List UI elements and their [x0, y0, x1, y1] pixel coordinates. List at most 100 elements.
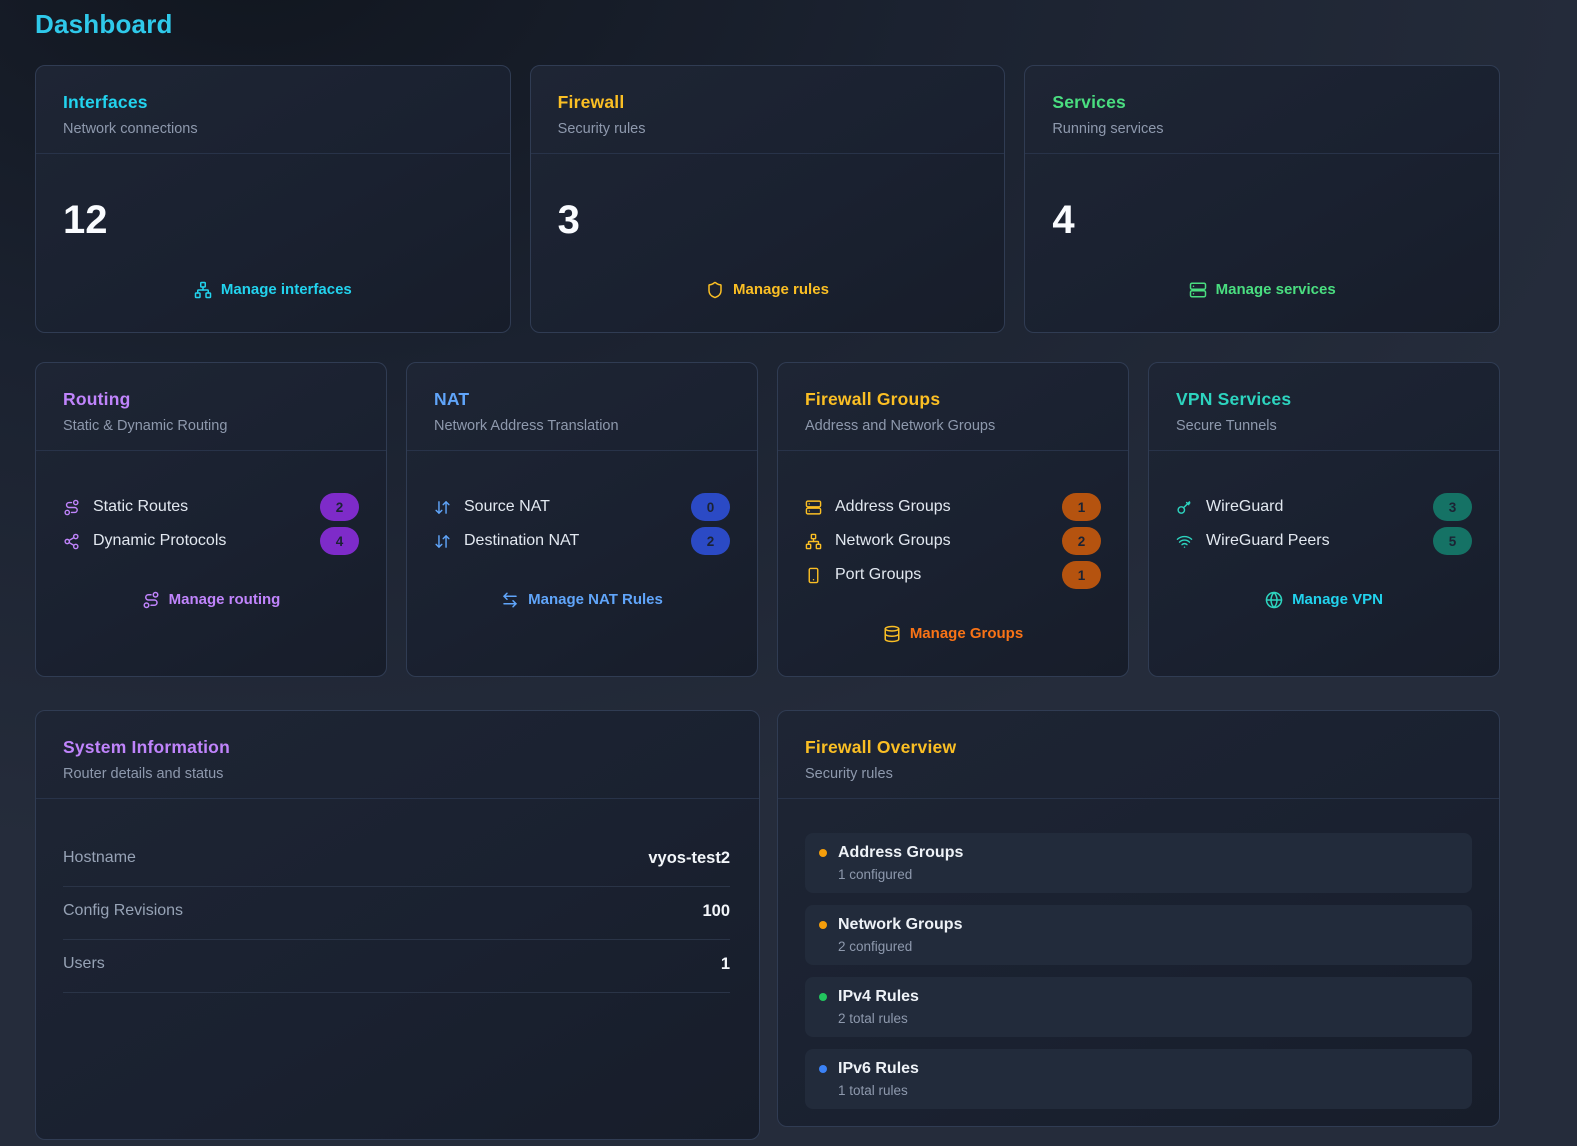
- overview-ipv6-rules-label: IPv6 Rules: [838, 1060, 919, 1077]
- bottom-card-row: System Information Router details and st…: [35, 710, 1500, 1140]
- card-interfaces-header: Interfaces Network connections: [36, 66, 510, 154]
- card-nat-header: NAT Network Address Translation: [407, 363, 757, 451]
- manage-rules-label: Manage rules: [733, 281, 829, 298]
- card-firewall-overview-body: Address Groups 1 configured Network Grou…: [778, 799, 1499, 1109]
- card-vpn-services-title: VPN Services: [1176, 389, 1292, 409]
- overview-item-title-row: IPv4 Rules: [819, 987, 1456, 1007]
- services-count: 4: [1052, 198, 1075, 242]
- card-services: Services Running services 4 Manage servi…: [1024, 65, 1500, 333]
- page-title: Dashboard: [35, 9, 173, 39]
- network-groups-count-badge: 2: [1062, 527, 1101, 555]
- static-routes-label: Static Routes: [93, 498, 189, 515]
- card-firewall-title: Firewall: [557, 92, 625, 112]
- card-interfaces-body: 12 Manage interfaces: [36, 198, 510, 300]
- shield-icon: [706, 281, 724, 299]
- users-value: 1: [720, 955, 730, 973]
- card-firewall-overview-subtitle: Security rules: [805, 766, 893, 782]
- globe-icon: [1265, 591, 1283, 609]
- card-system-information-body: Hostname vyos-test2 Config Revisions 100…: [36, 799, 759, 993]
- card-routing: Routing Static & Dynamic Routing Static …: [35, 362, 387, 677]
- card-services-title: Services: [1052, 92, 1126, 112]
- feature-card-row: Routing Static & Dynamic Routing Static …: [35, 362, 1500, 677]
- key-icon: [1176, 499, 1193, 516]
- card-firewall: Firewall Security rules 3 Manage rules: [529, 65, 1006, 333]
- wireguard-count-badge: 3: [1433, 493, 1472, 521]
- overview-address-groups-label: Address Groups: [838, 844, 964, 861]
- card-interfaces-subtitle: Network connections: [63, 121, 198, 137]
- overview-address-groups-detail: 1 configured: [838, 867, 913, 882]
- interfaces-count: 12: [63, 198, 108, 242]
- card-nat-subtitle: Network Address Translation: [434, 418, 619, 434]
- hostname-row: Hostname vyos-test2: [63, 834, 730, 887]
- config-revisions-label: Config Revisions: [63, 902, 184, 919]
- server-icon: [805, 499, 822, 516]
- card-firewall-header: Firewall Security rules: [530, 66, 1005, 154]
- card-services-header: Services Running services: [1025, 66, 1499, 154]
- manage-rules-link[interactable]: Manage rules: [558, 280, 978, 300]
- card-vpn-services-body: WireGuard 3 WireGuard Peers 5 Manage VPN: [1149, 451, 1499, 610]
- card-routing-subtitle: Static & Dynamic Routing: [63, 418, 228, 434]
- card-interfaces: Interfaces Network connections 12 Manage…: [35, 65, 511, 333]
- status-dot-blue: [819, 1065, 827, 1073]
- network-groups-label: Network Groups: [835, 532, 951, 549]
- manage-vpn-link[interactable]: Manage VPN: [1176, 590, 1472, 610]
- static-routes-row: Static Routes 2: [63, 490, 359, 524]
- manage-services-link[interactable]: Manage services: [1052, 280, 1472, 300]
- address-groups-count-badge: 1: [1062, 493, 1101, 521]
- network-icon: [805, 533, 822, 550]
- card-services-subtitle: Running services: [1052, 121, 1164, 137]
- card-vpn-services: VPN Services Secure Tunnels WireGuard 3 …: [1148, 362, 1500, 677]
- overview-network-groups-detail: 2 configured: [838, 939, 913, 954]
- smartphone-icon: [805, 567, 822, 584]
- card-firewall-overview-header: Firewall Overview Security rules: [778, 711, 1499, 799]
- source-nat-count-badge: 0: [691, 493, 730, 521]
- card-vpn-services-header: VPN Services Secure Tunnels: [1149, 363, 1499, 451]
- config-revisions-value: 100: [702, 902, 730, 920]
- status-dot-amber: [819, 921, 827, 929]
- manage-nat-rules-link[interactable]: Manage NAT Rules: [434, 590, 730, 610]
- overview-ipv6-rules-detail: 1 total rules: [838, 1083, 908, 1098]
- overview-ipv4-rules-label: IPv4 Rules: [838, 988, 919, 1005]
- manage-interfaces-link[interactable]: Manage interfaces: [63, 280, 483, 300]
- network-icon: [194, 281, 212, 299]
- manage-interfaces-label: Manage interfaces: [220, 281, 352, 298]
- source-nat-label: Source NAT: [464, 498, 550, 515]
- card-firewall-body: 3 Manage rules: [531, 198, 1005, 300]
- wireguard-row: WireGuard 3: [1176, 490, 1472, 524]
- wifi-icon: [1176, 533, 1193, 550]
- card-system-information-subtitle: Router details and status: [63, 766, 224, 782]
- users-label: Users: [63, 955, 105, 972]
- firewall-count: 3: [557, 198, 580, 242]
- destination-nat-row: Destination NAT 2: [434, 524, 730, 558]
- card-firewall-groups-subtitle: Address and Network Groups: [805, 418, 996, 434]
- arrow-down-up-icon: [434, 533, 451, 550]
- overview-item-title-row: IPv6 Rules: [819, 1059, 1456, 1079]
- route-icon: [63, 499, 80, 516]
- manage-groups-link[interactable]: Manage Groups: [805, 624, 1101, 644]
- overview-network-groups-label: Network Groups: [838, 916, 963, 933]
- manage-nat-rules-label: Manage NAT Rules: [528, 591, 663, 608]
- config-revisions-row: Config Revisions 100: [63, 887, 730, 940]
- card-firewall-groups-title: Firewall Groups: [805, 389, 941, 409]
- card-routing-title: Routing: [63, 389, 131, 409]
- card-services-body: 4 Manage services: [1025, 198, 1499, 300]
- stat-card-row: Interfaces Network connections 12 Manage…: [35, 65, 1500, 333]
- arrow-left-right-icon: [501, 591, 519, 609]
- static-routes-count-badge: 2: [320, 493, 359, 521]
- port-groups-count-badge: 1: [1062, 561, 1101, 589]
- overview-item-ipv6-rules: IPv6 Rules 1 total rules: [805, 1049, 1472, 1109]
- hostname-value: vyos-test2: [648, 849, 730, 867]
- overview-item-network-groups: Network Groups 2 configured: [805, 905, 1472, 965]
- dynamic-protocols-count-badge: 4: [320, 527, 359, 555]
- arrow-down-up-icon: [434, 499, 451, 516]
- overview-item-title-row: Network Groups: [819, 915, 1456, 935]
- route-icon: [142, 591, 160, 609]
- destination-nat-count-badge: 2: [691, 527, 730, 555]
- port-groups-label: Port Groups: [835, 566, 922, 583]
- card-firewall-groups-header: Firewall Groups Address and Network Grou…: [778, 363, 1128, 451]
- manage-routing-link[interactable]: Manage routing: [63, 590, 359, 610]
- port-groups-row: Port Groups 1: [805, 558, 1101, 592]
- wireguard-peers-count-badge: 5: [1433, 527, 1472, 555]
- status-dot-green: [819, 993, 827, 1001]
- card-firewall-overview-title: Firewall Overview: [805, 737, 957, 757]
